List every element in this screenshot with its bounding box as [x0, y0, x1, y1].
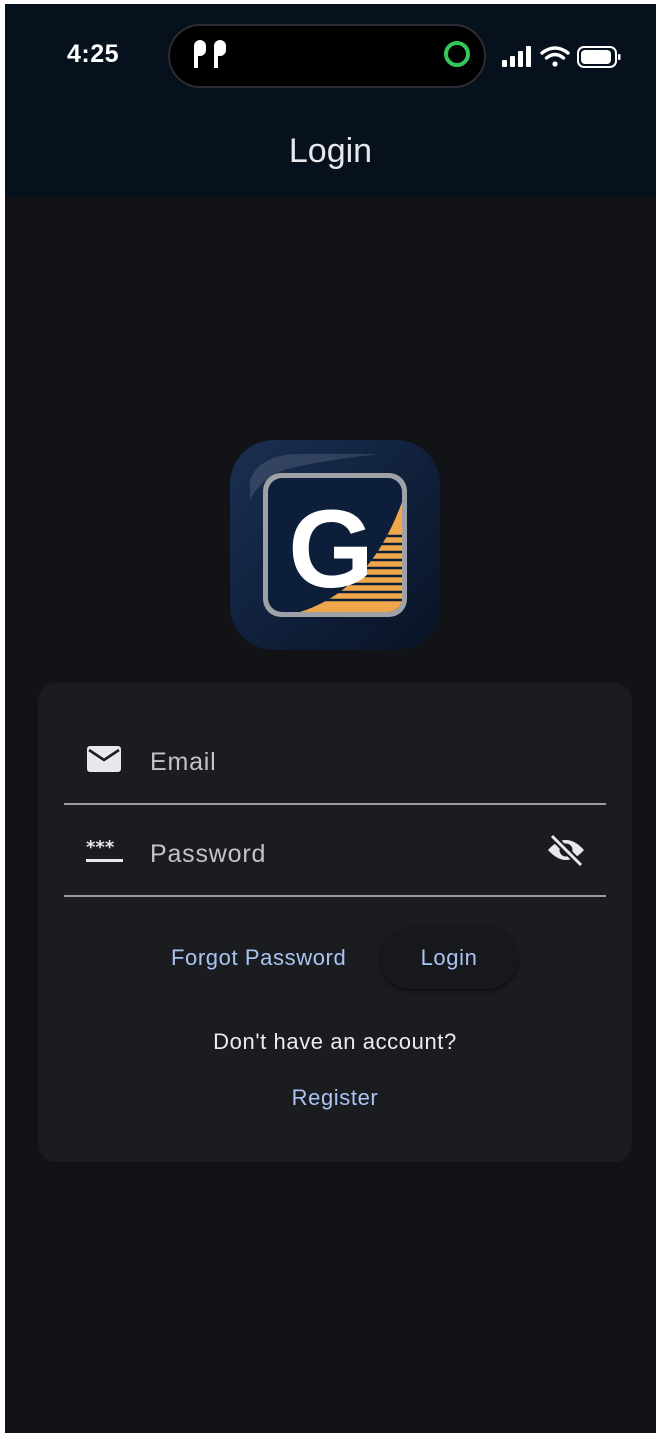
screen: 4:25 Login G Email *** Password Forgot P…: [5, 4, 656, 1433]
password-field[interactable]: *** Password: [64, 805, 606, 897]
page-title: Login: [288, 132, 373, 170]
status-icons: [502, 46, 621, 68]
battery-icon: [577, 46, 621, 68]
cellular-signal-icon: [502, 46, 531, 67]
login-button-label: Login: [420, 945, 478, 970]
email-field[interactable]: Email: [64, 713, 606, 805]
app-logo: G: [230, 440, 440, 650]
email-placeholder: Email: [150, 748, 217, 776]
login-card: Email *** Password Forgot Password Login…: [38, 683, 632, 1162]
status-time: 4:25: [67, 40, 120, 68]
login-button[interactable]: Login: [380, 927, 518, 989]
logo-letter: G: [288, 488, 374, 611]
svg-text:***: ***: [86, 839, 115, 858]
airpods-icon: [194, 40, 226, 68]
register-link[interactable]: Register: [38, 1085, 632, 1111]
eye-off-icon[interactable]: [546, 833, 586, 867]
activity-ring-icon: [444, 41, 470, 67]
dynamic-island: [168, 24, 486, 88]
forgot-password-link[interactable]: Forgot Password: [171, 945, 346, 971]
password-placeholder: Password: [150, 840, 267, 868]
password-icon: ***: [86, 839, 123, 862]
action-row: Forgot Password Login: [38, 923, 632, 993]
no-account-text: Don't have an account?: [213, 1029, 457, 1054]
mail-icon: [87, 746, 121, 772]
wifi-icon: [540, 46, 570, 67]
app-bar: 4:25 Login: [5, 4, 656, 197]
